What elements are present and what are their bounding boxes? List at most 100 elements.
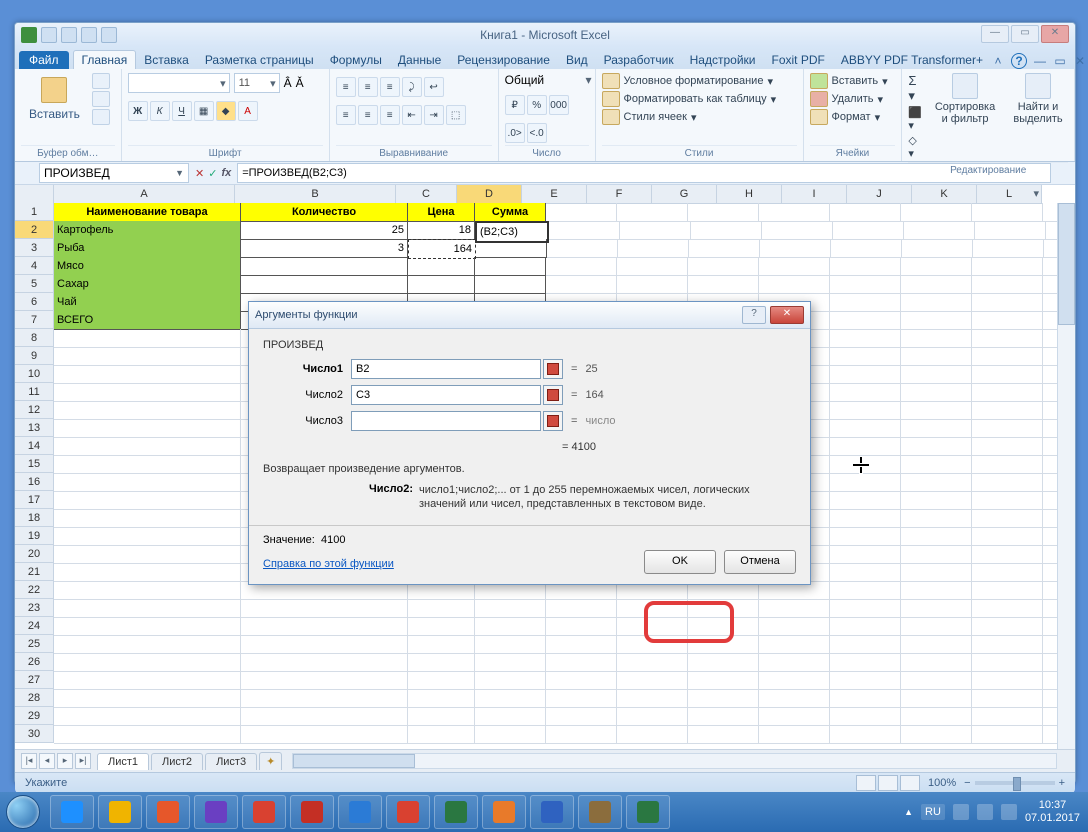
cell-D5[interactable] bbox=[475, 275, 546, 294]
row-header[interactable]: 19 bbox=[15, 527, 54, 545]
cell-I9[interactable] bbox=[830, 347, 901, 366]
cell-I13[interactable] bbox=[830, 419, 901, 438]
col-header-G[interactable]: G bbox=[652, 185, 717, 204]
row-header[interactable]: 1 bbox=[15, 203, 54, 221]
cell-K20[interactable] bbox=[972, 545, 1043, 564]
tab-page-layout[interactable]: Разметка страницы bbox=[197, 51, 322, 69]
wrap-text-icon[interactable]: ↩ bbox=[424, 77, 444, 97]
col-header-F[interactable]: F bbox=[587, 185, 652, 204]
comma-icon[interactable]: 000 bbox=[549, 95, 569, 115]
cell-I25[interactable] bbox=[830, 635, 901, 654]
arg-input-1[interactable] bbox=[351, 359, 541, 379]
taskbar-app-9[interactable] bbox=[482, 795, 526, 829]
cell-H28[interactable] bbox=[759, 689, 830, 708]
cell-F5[interactable] bbox=[617, 275, 688, 294]
qat-redo-icon[interactable] bbox=[81, 27, 97, 43]
cell-I23[interactable] bbox=[830, 599, 901, 618]
cell-K6[interactable] bbox=[972, 293, 1043, 312]
cell-K9[interactable] bbox=[972, 347, 1043, 366]
cell-G1[interactable] bbox=[688, 203, 759, 222]
cell-C3[interactable]: 164 bbox=[408, 239, 476, 259]
cell-F26[interactable] bbox=[617, 653, 688, 672]
cell-A4[interactable]: Мясо bbox=[54, 257, 241, 276]
cell-A23[interactable] bbox=[54, 599, 241, 618]
row-header[interactable]: 11 bbox=[15, 383, 54, 401]
currency-icon[interactable]: ₽ bbox=[505, 95, 525, 115]
cell-H25[interactable] bbox=[759, 635, 830, 654]
qat-undo-icon[interactable] bbox=[61, 27, 77, 43]
cell-K18[interactable] bbox=[972, 509, 1043, 528]
row-header[interactable]: 24 bbox=[15, 617, 54, 635]
cell-J17[interactable] bbox=[901, 491, 972, 510]
cell-I12[interactable] bbox=[830, 401, 901, 420]
select-all-corner[interactable] bbox=[15, 185, 54, 204]
dec-decimal-icon[interactable]: <.0 bbox=[527, 123, 547, 143]
cell-K13[interactable] bbox=[972, 419, 1043, 438]
file-tab[interactable]: Файл bbox=[19, 51, 69, 69]
cell-K30[interactable] bbox=[972, 725, 1043, 744]
sort-filter-button[interactable]: Сортировка и фильтр bbox=[932, 73, 998, 125]
taskbar-app-5[interactable] bbox=[290, 795, 334, 829]
arg-input-3[interactable] bbox=[351, 411, 541, 431]
cell-B23[interactable] bbox=[241, 599, 408, 618]
cell-F23[interactable] bbox=[617, 599, 688, 618]
taskbar-app-7[interactable] bbox=[386, 795, 430, 829]
cell-D1[interactable]: Сумма bbox=[475, 203, 546, 222]
taskbar-app-0[interactable] bbox=[50, 795, 94, 829]
cell-styles-button[interactable]: Стили ячеек ▾ bbox=[602, 109, 777, 125]
cell-K1[interactable] bbox=[972, 203, 1043, 222]
cell-K21[interactable] bbox=[972, 563, 1043, 582]
cell-A8[interactable] bbox=[54, 329, 241, 348]
ok-button[interactable]: OK bbox=[644, 550, 716, 574]
tab-data[interactable]: Данные bbox=[390, 51, 449, 69]
tab-abbyy[interactable]: ABBYY PDF Transformer+ bbox=[833, 51, 991, 69]
minimize-button[interactable]: — bbox=[981, 25, 1009, 43]
cell-K22[interactable] bbox=[972, 581, 1043, 600]
increase-font-icon[interactable]: Â bbox=[284, 76, 292, 90]
cell-J5[interactable] bbox=[901, 275, 972, 294]
cell-I16[interactable] bbox=[830, 473, 901, 492]
cell-F28[interactable] bbox=[617, 689, 688, 708]
cell-H23[interactable] bbox=[759, 599, 830, 618]
cell-K17[interactable] bbox=[972, 491, 1043, 510]
cell-I30[interactable] bbox=[830, 725, 901, 744]
cell-I11[interactable] bbox=[830, 383, 901, 402]
row-header[interactable]: 28 bbox=[15, 689, 54, 707]
cell-J24[interactable] bbox=[901, 617, 972, 636]
cell-B3[interactable]: 3 bbox=[241, 239, 408, 258]
tray-network-icon[interactable] bbox=[953, 804, 969, 820]
cell-F25[interactable] bbox=[617, 635, 688, 654]
cell-J8[interactable] bbox=[901, 329, 972, 348]
cell-A16[interactable] bbox=[54, 473, 241, 492]
row-header[interactable]: 8 bbox=[15, 329, 54, 347]
row-header[interactable]: 16 bbox=[15, 473, 54, 491]
row-header[interactable]: 29 bbox=[15, 707, 54, 725]
cell-B5[interactable] bbox=[241, 275, 408, 294]
cell-K19[interactable] bbox=[972, 527, 1043, 546]
format-as-table-button[interactable]: Форматировать как таблицу ▾ bbox=[602, 91, 777, 107]
row-header[interactable]: 2 bbox=[15, 221, 54, 239]
cell-E2[interactable] bbox=[549, 221, 620, 240]
insert-cells-button[interactable]: Вставить ▾ bbox=[810, 73, 888, 89]
cell-J27[interactable] bbox=[901, 671, 972, 690]
cell-H2[interactable] bbox=[762, 221, 833, 240]
qat-more-icon[interactable] bbox=[101, 27, 117, 43]
cell-B29[interactable] bbox=[241, 707, 408, 726]
cell-C23[interactable] bbox=[408, 599, 475, 618]
cell-A7[interactable]: ВСЕГО bbox=[54, 311, 241, 330]
cell-A14[interactable] bbox=[54, 437, 241, 456]
cell-A21[interactable] bbox=[54, 563, 241, 582]
cell-E24[interactable] bbox=[546, 617, 617, 636]
tab-insert[interactable]: Вставка bbox=[136, 51, 197, 69]
tab-formulas[interactable]: Формулы bbox=[322, 51, 390, 69]
cell-I18[interactable] bbox=[830, 509, 901, 528]
cell-H4[interactable] bbox=[759, 257, 830, 276]
tab-view[interactable]: Вид bbox=[558, 51, 596, 69]
col-header-K[interactable]: K bbox=[912, 185, 977, 204]
font-color-icon[interactable]: A bbox=[238, 101, 258, 121]
cell-B25[interactable] bbox=[241, 635, 408, 654]
indent-dec-icon[interactable]: ⇤ bbox=[402, 105, 422, 125]
align-bot-icon[interactable]: ≡ bbox=[380, 77, 400, 97]
doc-restore-icon[interactable]: ▭ bbox=[1053, 54, 1067, 68]
cell-D30[interactable] bbox=[475, 725, 546, 744]
